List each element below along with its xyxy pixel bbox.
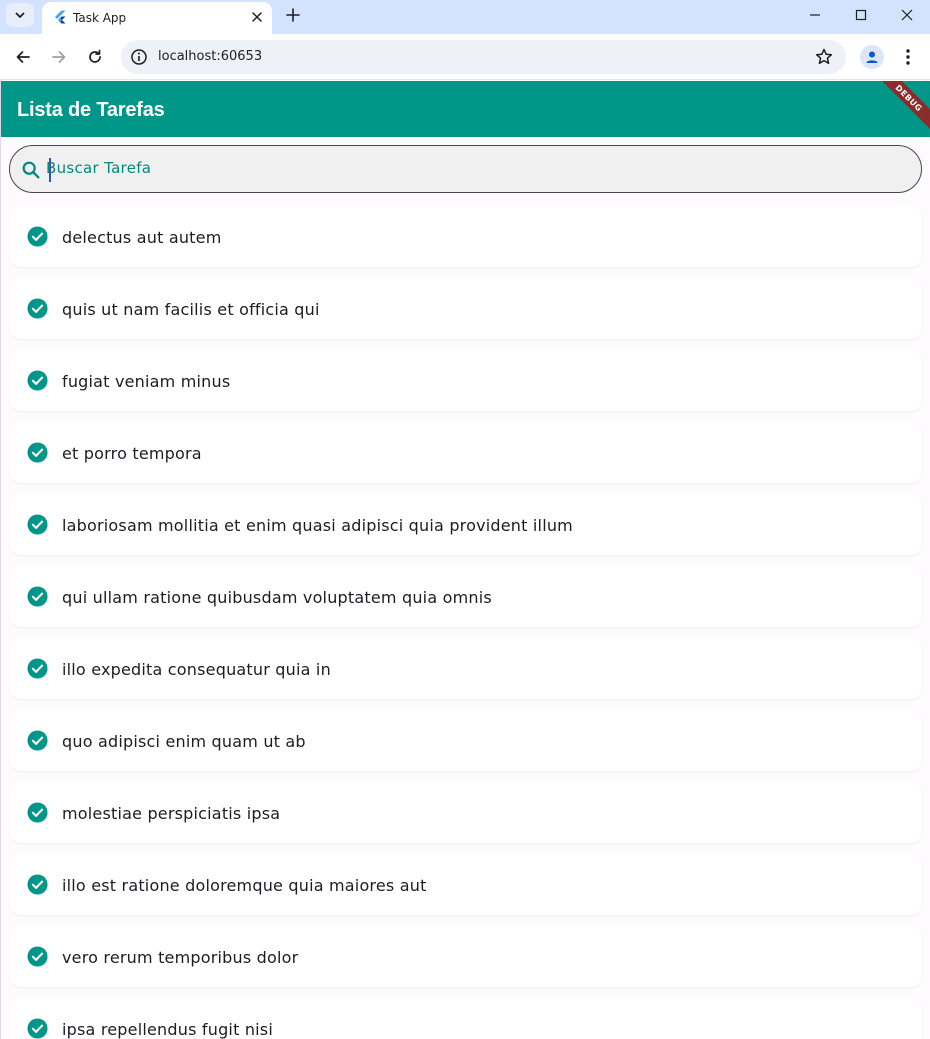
tab-search-button[interactable]	[6, 3, 34, 27]
task-card[interactable]: delectus aut autem	[9, 205, 922, 267]
bookmark-star-icon[interactable]	[814, 47, 834, 67]
task-card[interactable]: ipsa repellendus fugit nisi	[9, 997, 922, 1039]
task-title: delectus aut autem	[62, 228, 222, 247]
task-title: vero rerum temporibus dolor	[62, 948, 299, 967]
check-circle-icon	[27, 442, 48, 463]
task-title: illo est ratione doloremque quia maiores…	[62, 876, 427, 895]
browser-tab[interactable]: Task App	[42, 2, 272, 34]
task-title: quo adipisci enim quam ut ab	[62, 732, 306, 751]
task-title: quis ut nam facilis et officia qui	[62, 300, 320, 319]
task-title: molestiae perspiciatis ipsa	[62, 804, 281, 823]
task-title: et porro tempora	[62, 444, 202, 463]
task-card[interactable]: quo adipisci enim quam ut ab	[9, 709, 922, 771]
maximize-icon	[855, 9, 867, 21]
info-icon[interactable]	[130, 48, 148, 66]
check-circle-icon	[27, 586, 48, 607]
check-circle-icon	[27, 226, 48, 247]
browser-menu-button[interactable]	[898, 45, 918, 69]
forward-button[interactable]	[45, 43, 73, 71]
close-tab-button[interactable]	[248, 8, 266, 26]
new-tab-button[interactable]	[282, 4, 304, 26]
task-card[interactable]: et porro tempora	[9, 421, 922, 483]
app-bar: Lista de Tarefas DEBUG	[1, 81, 930, 137]
task-title: illo expedita consequatur quia in	[62, 660, 331, 679]
address-bar[interactable]: localhost:60653	[121, 40, 846, 74]
close-icon	[901, 9, 913, 21]
browser-toolbar: localhost:60653	[0, 34, 930, 80]
task-card[interactable]: illo est ratione doloremque quia maiores…	[9, 853, 922, 915]
task-title: qui ullam ratione quibusdam voluptatem q…	[62, 588, 492, 607]
browser-tab-strip: Task App	[0, 0, 930, 34]
app-viewport: Lista de Tarefas DEBUG delectus aut aute…	[0, 81, 930, 1039]
minimize-icon	[810, 14, 820, 16]
task-card[interactable]: laboriosam mollitia et enim quasi adipis…	[9, 493, 922, 555]
debug-banner: DEBUG	[870, 81, 930, 137]
person-icon	[866, 51, 878, 63]
check-circle-icon	[27, 730, 48, 751]
minimize-button[interactable]	[792, 0, 838, 30]
check-circle-icon	[27, 874, 48, 895]
profile-button[interactable]	[860, 45, 884, 69]
chevron-down-icon	[15, 12, 25, 18]
task-card[interactable]: illo expedita consequatur quia in	[9, 637, 922, 699]
check-circle-icon	[27, 946, 48, 967]
reload-icon	[89, 49, 101, 63]
task-card[interactable]: qui ullam ratione quibusdam voluptatem q…	[9, 565, 922, 627]
plus-icon	[286, 8, 300, 22]
task-list: delectus aut autem quis ut nam facilis et…	[9, 205, 922, 1039]
task-card[interactable]: fugiat veniam minus	[9, 349, 922, 411]
check-circle-icon	[27, 802, 48, 823]
tab-title: Task App	[73, 11, 127, 25]
check-circle-icon	[27, 370, 48, 391]
page-title: Lista de Tarefas	[17, 99, 165, 121]
search-input[interactable]	[46, 154, 886, 182]
close-icon	[252, 12, 262, 22]
check-circle-icon	[27, 298, 48, 319]
reload-button[interactable]	[81, 43, 109, 71]
back-button[interactable]	[9, 43, 37, 71]
arrow-left-icon	[16, 51, 30, 63]
task-card[interactable]: molestiae perspiciatis ipsa	[9, 781, 922, 843]
flutter-icon	[55, 10, 66, 24]
task-title: laboriosam mollitia et enim quasi adipis…	[62, 516, 573, 535]
check-circle-icon	[27, 514, 48, 535]
task-card[interactable]: quis ut nam facilis et officia qui	[9, 277, 922, 339]
task-title: fugiat veniam minus	[62, 372, 231, 391]
task-card[interactable]: vero rerum temporibus dolor	[9, 925, 922, 987]
search-bar[interactable]	[9, 145, 922, 193]
url-text[interactable]: localhost:60653	[158, 49, 262, 64]
check-circle-icon	[27, 658, 48, 679]
search-icon	[22, 161, 40, 179]
arrow-right-icon	[52, 51, 66, 63]
task-title: ipsa repellendus fugit nisi	[62, 1020, 273, 1039]
text-cursor	[49, 158, 51, 182]
maximize-button[interactable]	[838, 0, 884, 30]
check-circle-icon	[27, 1018, 48, 1039]
close-window-button[interactable]	[884, 0, 930, 30]
more-vert-icon	[906, 49, 910, 65]
